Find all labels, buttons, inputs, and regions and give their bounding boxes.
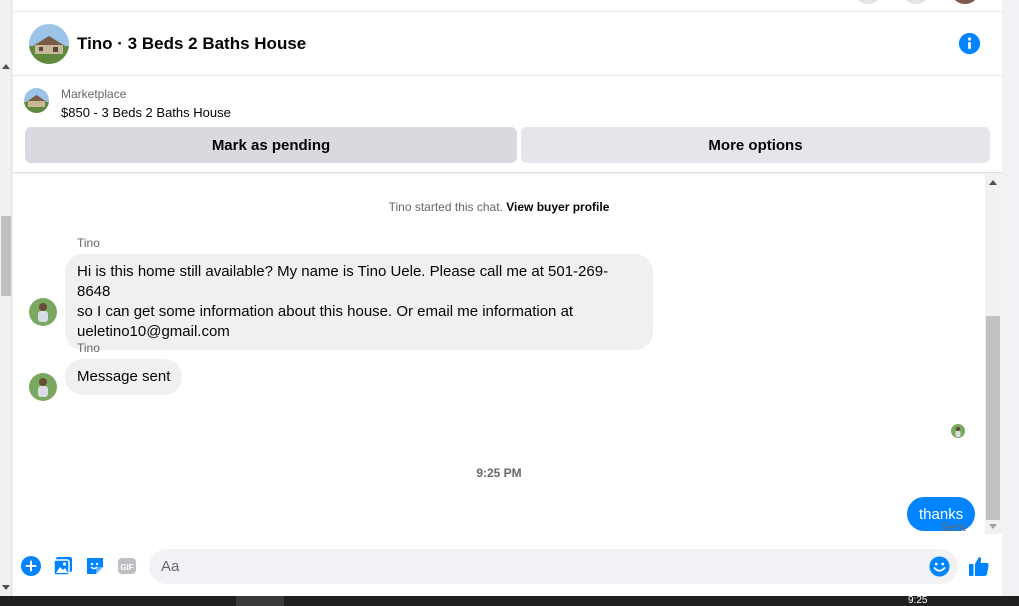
listing-thumbnail[interactable] <box>24 88 49 113</box>
top-button-ghost[interactable] <box>853 0 883 4</box>
top-button-ghost[interactable] <box>901 0 931 4</box>
message-composer: GIF <box>13 534 1002 596</box>
message-sender: Tino <box>77 236 100 250</box>
chat-scroll-thumb[interactable] <box>986 316 1000 520</box>
page-scrollbar[interactable] <box>0 0 12 596</box>
chat-scroll-down-icon[interactable] <box>989 524 997 529</box>
message-line: ueletino10@gmail.com <box>77 323 230 340</box>
marketplace-bar: Marketplace $850 - 3 Beds 2 Baths House … <box>13 77 1002 173</box>
message-timestamp: 9:25 PM <box>476 466 522 480</box>
sender-avatar[interactable] <box>29 373 57 401</box>
page-scroll-up-icon[interactable] <box>2 64 10 69</box>
incoming-message[interactable]: Hi is this home still available? My name… <box>65 254 653 350</box>
chat-start-notice: Tino started this chat. View buyer profi… <box>13 200 985 214</box>
message-input[interactable] <box>149 549 919 584</box>
page-scroll-thumb[interactable] <box>1 216 11 296</box>
image-icon[interactable] <box>53 556 73 576</box>
chat-scroll-up-icon[interactable] <box>989 180 997 185</box>
message-line: so I can get some information about this… <box>77 303 574 320</box>
more-options-button[interactable]: More options <box>521 127 990 163</box>
message-sender: Tino <box>77 341 100 355</box>
sent-status: Sent <box>941 520 966 534</box>
conversation-title[interactable]: Tino · 3 Beds 2 Baths House <box>77 34 306 54</box>
svg-text:GIF: GIF <box>120 563 133 572</box>
taskbar-app[interactable] <box>236 596 284 606</box>
incoming-message[interactable]: Message sent <box>65 359 183 395</box>
plus-circle-icon[interactable] <box>21 556 41 576</box>
conversation-header: Tino · 3 Beds 2 Baths House <box>13 12 1002 76</box>
listing-title[interactable]: $850 - 3 Beds 2 Baths House <box>61 105 231 120</box>
message-list: Tino started this chat. View buyer profi… <box>13 174 985 534</box>
thumbs-up-icon[interactable] <box>968 555 990 577</box>
marketplace-label: Marketplace <box>61 87 127 101</box>
conversation-panel: Tino · 3 Beds 2 Baths House Marketplace … <box>13 12 1002 596</box>
info-icon[interactable] <box>959 33 980 54</box>
emoji-icon[interactable] <box>929 556 950 577</box>
os-taskbar: 9:25 <box>0 596 1019 606</box>
profile-avatar[interactable] <box>950 0 980 4</box>
message-text: Message sent <box>77 368 171 385</box>
conversation-avatar[interactable] <box>29 24 69 64</box>
taskbar-clock: 9:25 <box>908 595 928 606</box>
sticker-icon[interactable] <box>85 556 105 576</box>
sender-avatar[interactable] <box>29 298 57 326</box>
gif-icon[interactable]: GIF <box>117 556 137 576</box>
message-input-wrapper <box>149 549 958 584</box>
right-edge <box>1002 0 1019 596</box>
message-line: Hi is this home still available? My name… <box>77 263 609 300</box>
top-strip <box>13 0 1002 12</box>
chat-scrollbar[interactable] <box>985 174 1002 534</box>
view-buyer-profile-link[interactable]: View buyer profile <box>506 200 609 214</box>
chat-start-text: Tino started this chat. <box>388 200 503 214</box>
mark-as-pending-button[interactable]: Mark as pending <box>25 127 517 163</box>
read-receipt-avatar <box>951 424 965 438</box>
page-scroll-down-icon[interactable] <box>2 585 10 590</box>
